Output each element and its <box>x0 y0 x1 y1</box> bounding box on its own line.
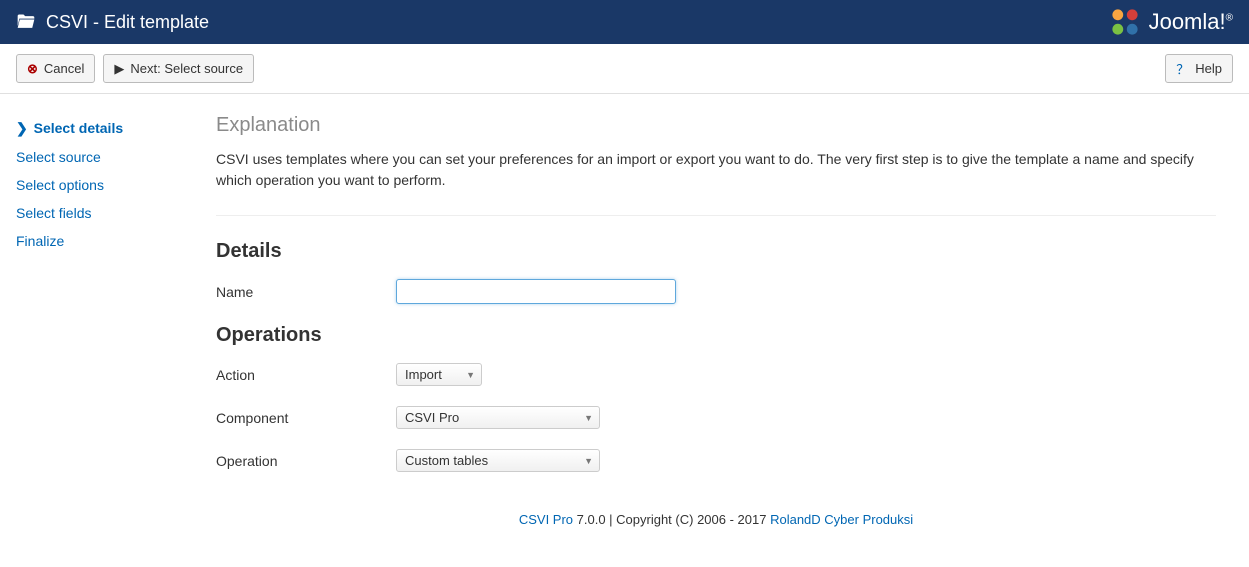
name-input[interactable] <box>396 279 676 304</box>
sidebar-item-finalize[interactable]: Finalize <box>16 227 186 255</box>
help-button[interactable]: ？ Help <box>1165 54 1233 83</box>
chevron-down-icon: ▼ <box>466 370 475 380</box>
footer-middle: 7.0.0 | Copyright (C) 2006 - 2017 <box>573 512 770 527</box>
joomla-logo: Joomla!® <box>1107 4 1233 40</box>
sidebar-item-select-options[interactable]: Select options <box>16 171 186 199</box>
next-button[interactable]: ▶ Next: Select source <box>103 54 254 83</box>
chevron-down-icon: ▼ <box>584 413 593 423</box>
header-left: CSVI - Edit template <box>16 12 209 33</box>
name-row: Name <box>216 279 1216 304</box>
sidebar-item-label: Select options <box>16 177 104 193</box>
folder-open-icon <box>16 12 36 32</box>
operation-label: Operation <box>216 453 396 469</box>
cancel-button[interactable]: ⊗ Cancel <box>16 54 95 83</box>
divider <box>216 215 1216 216</box>
chevron-right-icon: ❯ <box>16 120 28 136</box>
explanation-text: CSVI uses templates where you can set yo… <box>216 149 1216 191</box>
explanation-title: Explanation <box>216 114 1216 137</box>
cancel-icon: ⊗ <box>27 61 38 77</box>
component-value: CSVI Pro <box>405 410 459 425</box>
play-icon: ▶ <box>114 61 124 77</box>
chevron-down-icon: ▼ <box>584 456 593 466</box>
next-label: Next: Select source <box>130 61 243 76</box>
help-label: Help <box>1195 61 1222 76</box>
sidebar-item-select-fields[interactable]: Select fields <box>16 199 186 227</box>
operation-value: Custom tables <box>405 453 488 468</box>
action-label: Action <box>216 367 396 383</box>
action-select[interactable]: Import ▼ <box>396 363 482 386</box>
component-row: Component CSVI Pro ▼ <box>216 406 1216 429</box>
footer-link-csvi[interactable]: CSVI Pro <box>519 512 573 527</box>
details-heading: Details <box>216 240 1216 263</box>
cancel-label: Cancel <box>44 61 84 76</box>
footer: CSVI Pro 7.0.0 | Copyright (C) 2006 - 20… <box>216 492 1216 547</box>
action-row: Action Import ▼ <box>216 363 1216 386</box>
action-value: Import <box>405 367 442 382</box>
help-icon: ？ <box>1176 59 1189 78</box>
name-label: Name <box>216 284 396 300</box>
page-title: CSVI - Edit template <box>46 12 209 33</box>
joomla-brand-text: Joomla!® <box>1149 9 1233 35</box>
joomla-mark-icon <box>1107 4 1143 40</box>
operation-row: Operation Custom tables ▼ <box>216 449 1216 472</box>
component-label: Component <box>216 410 396 426</box>
toolbar-right: ？ Help <box>1165 54 1233 83</box>
content: Explanation CSVI uses templates where yo… <box>216 114 1216 547</box>
component-select[interactable]: CSVI Pro ▼ <box>396 406 600 429</box>
toolbar-left: ⊗ Cancel ▶ Next: Select source <box>16 54 254 83</box>
sidebar-item-label: Select fields <box>16 205 91 221</box>
operations-heading: Operations <box>216 324 1216 347</box>
sidebar: ❯ Select details Select source Select op… <box>16 114 186 547</box>
sidebar-item-select-details[interactable]: ❯ Select details <box>16 114 186 143</box>
footer-link-roland[interactable]: RolandD Cyber Produksi <box>770 512 913 527</box>
sidebar-item-label: Select details <box>34 120 124 136</box>
app-header: CSVI - Edit template Joomla!® <box>0 0 1249 44</box>
sidebar-item-label: Select source <box>16 149 101 165</box>
sidebar-item-label: Finalize <box>16 233 64 249</box>
operation-select[interactable]: Custom tables ▼ <box>396 449 600 472</box>
sidebar-item-select-source[interactable]: Select source <box>16 143 186 171</box>
main: ❯ Select details Select source Select op… <box>0 94 1249 567</box>
toolbar: ⊗ Cancel ▶ Next: Select source ？ Help <box>0 44 1249 94</box>
